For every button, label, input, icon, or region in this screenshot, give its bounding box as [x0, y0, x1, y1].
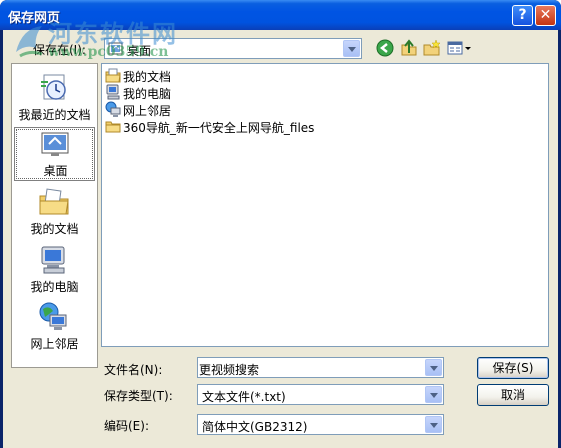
place-recent-documents[interactable]: 我最近的文档 [14, 72, 95, 126]
window-title: 保存网页 [8, 11, 61, 26]
filetype-select[interactable]: 文本文件(*.txt) [197, 384, 444, 405]
place-my-computer[interactable]: 我的电脑 [14, 244, 95, 298]
view-menu-icon[interactable] [447, 39, 473, 57]
new-folder-icon[interactable] [423, 39, 441, 57]
file-list[interactable]: 我的文档 我的电脑 网上邻居 360导航_新一代安全上网导航_files [101, 63, 549, 347]
file-name: 我的文档 [123, 70, 172, 84]
place-label: 我最近的文档 [18, 108, 91, 122]
save-in-combo[interactable]: 桌面 [104, 38, 362, 59]
my-computer-icon [106, 84, 120, 100]
desktop-icon [41, 132, 69, 156]
network-places-icon [105, 101, 121, 117]
save-in-label: 保存在(I): [33, 43, 86, 57]
folder-icon [105, 121, 121, 133]
place-label: 桌面 [43, 164, 68, 178]
chevron-down-icon[interactable] [343, 40, 360, 57]
place-my-documents[interactable]: 我的文档 [14, 186, 95, 240]
chevron-down-icon[interactable] [425, 386, 442, 403]
help-button[interactable]: ? [512, 5, 533, 26]
file-name: 360导航_新一代安全上网导航_files [123, 121, 315, 135]
place-network[interactable]: 网上邻居 [14, 301, 95, 355]
my-documents-icon [105, 68, 121, 83]
back-icon[interactable] [376, 39, 394, 57]
chevron-down-icon[interactable] [425, 359, 442, 376]
save-in-value: 桌面 [127, 44, 152, 58]
up-folder-icon[interactable] [400, 39, 418, 57]
save-dialog-window: 保存网页 ? ✕ 保存在(I): 桌面 我最近的文档 桌面 我的文档 我的电脑 … [0, 0, 561, 448]
cancel-button[interactable]: 取消 [477, 384, 549, 406]
place-label: 我的文档 [30, 222, 79, 236]
title-bar[interactable]: 保存网页 ? ✕ [0, 0, 561, 30]
filename-value: 更视频搜索 [199, 363, 260, 377]
recent-documents-icon [41, 74, 66, 100]
place-label: 我的电脑 [30, 280, 79, 294]
dialog-body: 保存在(I): 桌面 我最近的文档 桌面 我的文档 我的电脑 网上邻居 我的文档… [3, 30, 558, 448]
file-name: 我的电脑 [123, 87, 172, 101]
place-desktop[interactable]: 桌面 [14, 127, 95, 181]
network-places-icon [39, 302, 67, 330]
my-computer-icon [41, 246, 65, 274]
filetype-label: 保存类型(T): [104, 389, 173, 403]
filename-label: 文件名(N): [104, 363, 163, 377]
places-bar: 我最近的文档 桌面 我的文档 我的电脑 网上邻居 [11, 63, 98, 368]
place-label: 网上邻居 [30, 337, 79, 351]
file-name: 网上邻居 [123, 104, 172, 118]
encoding-select[interactable]: 简体中文(GB2312) [197, 414, 444, 435]
encoding-label: 编码(E): [104, 419, 149, 433]
filename-input[interactable]: 更视频搜索 [197, 357, 444, 378]
close-button[interactable]: ✕ [535, 5, 556, 26]
desktop-icon [108, 42, 123, 55]
my-documents-icon [39, 188, 69, 215]
chevron-down-icon[interactable] [425, 416, 442, 433]
filetype-value: 文本文件(*.txt) [202, 390, 286, 404]
save-button[interactable]: 保存(S) [477, 357, 549, 379]
encoding-value: 简体中文(GB2312) [202, 420, 308, 434]
